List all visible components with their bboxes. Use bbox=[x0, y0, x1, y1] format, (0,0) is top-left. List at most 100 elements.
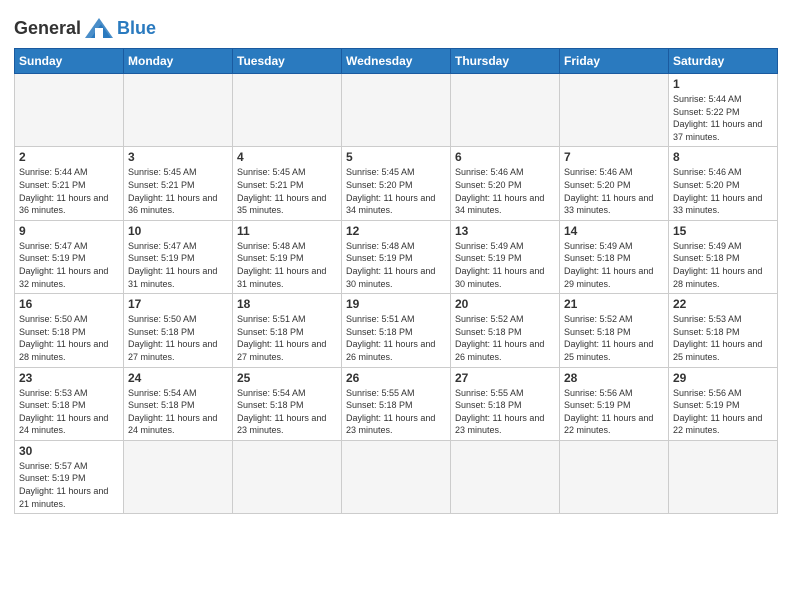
calendar-cell bbox=[669, 440, 778, 513]
calendar-page: General Blue Sunday Monday Tuesday Wedne… bbox=[0, 0, 792, 612]
cell-date-number: 27 bbox=[455, 371, 555, 385]
cell-sunset: Sunset: 5:18 PM bbox=[673, 253, 740, 263]
calendar-cell: 24Sunrise: 5:54 AMSunset: 5:18 PMDayligh… bbox=[124, 367, 233, 440]
cell-daylight: Daylight: 11 hours and 23 minutes. bbox=[346, 413, 435, 436]
calendar-cell: 30Sunrise: 5:57 AMSunset: 5:19 PMDayligh… bbox=[15, 440, 124, 513]
calendar-cell: 2Sunrise: 5:44 AMSunset: 5:21 PMDaylight… bbox=[15, 147, 124, 220]
cell-sun-info: Sunrise: 5:50 AMSunset: 5:18 PMDaylight:… bbox=[19, 313, 119, 363]
cell-sunrise: Sunrise: 5:54 AM bbox=[237, 388, 306, 398]
calendar-week-row: 16Sunrise: 5:50 AMSunset: 5:18 PMDayligh… bbox=[15, 294, 778, 367]
cell-date-number: 13 bbox=[455, 224, 555, 238]
calendar-cell bbox=[560, 74, 669, 147]
cell-sunset: Sunset: 5:18 PM bbox=[564, 327, 631, 337]
cell-sun-info: Sunrise: 5:55 AMSunset: 5:18 PMDaylight:… bbox=[346, 387, 446, 437]
cell-sunset: Sunset: 5:18 PM bbox=[564, 253, 631, 263]
header-thursday: Thursday bbox=[451, 49, 560, 74]
cell-sunset: Sunset: 5:19 PM bbox=[19, 253, 86, 263]
calendar-cell bbox=[233, 440, 342, 513]
cell-date-number: 15 bbox=[673, 224, 773, 238]
cell-date-number: 23 bbox=[19, 371, 119, 385]
calendar-cell: 23 Sunrise: 5:53 AMSunset: 5:18 PMDayligh… bbox=[15, 367, 124, 440]
cell-daylight: Daylight: 11 hours and 33 minutes. bbox=[564, 193, 653, 216]
cell-sunrise: Sunrise: 5:50 AM bbox=[128, 314, 197, 324]
cell-sun-info: Sunrise: 5:53 AMSunset: 5:18 PMDaylight:… bbox=[673, 313, 773, 363]
calendar-cell bbox=[342, 74, 451, 147]
cell-sunrise: Sunrise: 5:57 AM bbox=[19, 461, 88, 471]
cell-sun-info: Sunrise: 5:45 AMSunset: 5:21 PMDaylight:… bbox=[237, 166, 337, 216]
cell-sunset: Sunset: 5:19 PM bbox=[564, 400, 631, 410]
calendar-cell: 25 Sunrise: 5:54 AMSunset: 5:18 PMDayligh… bbox=[233, 367, 342, 440]
cell-sunrise: Sunrise: 5:44 AM bbox=[673, 94, 742, 104]
header-tuesday: Tuesday bbox=[233, 49, 342, 74]
cell-daylight: Daylight: 11 hours and 22 minutes. bbox=[564, 413, 653, 436]
cell-sunrise: Sunrise: 5:55 AM bbox=[455, 388, 524, 398]
cell-sunset: Sunset: 5:21 PM bbox=[19, 180, 86, 190]
cell-sun-info: Sunrise: 5:45 AMSunset: 5:20 PMDaylight:… bbox=[346, 166, 446, 216]
calendar-cell: 15Sunrise: 5:49 AMSunset: 5:18 PMDayligh… bbox=[669, 220, 778, 293]
calendar-cell bbox=[124, 74, 233, 147]
calendar-week-row: 2Sunrise: 5:44 AMSunset: 5:21 PMDaylight… bbox=[15, 147, 778, 220]
calendar-cell: 29Sunrise: 5:56 AMSunset: 5:19 PMDayligh… bbox=[669, 367, 778, 440]
cell-sunset: Sunset: 5:19 PM bbox=[673, 400, 740, 410]
cell-date-number: 2 bbox=[19, 150, 119, 164]
cell-sunset: Sunset: 5:20 PM bbox=[564, 180, 631, 190]
cell-sunset: Sunset: 5:18 PM bbox=[455, 400, 522, 410]
calendar-cell: 16Sunrise: 5:50 AMSunset: 5:18 PMDayligh… bbox=[15, 294, 124, 367]
cell-daylight: Daylight: 11 hours and 27 minutes. bbox=[237, 339, 326, 362]
calendar-cell bbox=[560, 440, 669, 513]
calendar-cell: 14Sunrise: 5:49 AMSunset: 5:18 PMDayligh… bbox=[560, 220, 669, 293]
cell-sunset: Sunset: 5:18 PM bbox=[673, 327, 740, 337]
logo-icon bbox=[81, 14, 117, 42]
cell-daylight: Daylight: 11 hours and 27 minutes. bbox=[128, 339, 217, 362]
cell-sunrise: Sunrise: 5:45 AM bbox=[346, 167, 415, 177]
cell-sunset: Sunset: 5:18 PM bbox=[237, 327, 304, 337]
calendar-cell: 22Sunrise: 5:53 AMSunset: 5:18 PMDayligh… bbox=[669, 294, 778, 367]
calendar-cell bbox=[451, 440, 560, 513]
cell-sun-info: Sunrise: 5:54 AMSunset: 5:18 PMDaylight:… bbox=[237, 387, 337, 437]
cell-sunset: Sunset: 5:18 PM bbox=[346, 327, 413, 337]
cell-sun-info: Sunrise: 5:56 AMSunset: 5:19 PMDaylight:… bbox=[564, 387, 664, 437]
calendar-cell: 5Sunrise: 5:45 AMSunset: 5:20 PMDaylight… bbox=[342, 147, 451, 220]
cell-date-number: 12 bbox=[346, 224, 446, 238]
cell-sunrise: Sunrise: 5:45 AM bbox=[128, 167, 197, 177]
cell-sun-info: Sunrise: 5:49 AMSunset: 5:19 PMDaylight:… bbox=[455, 240, 555, 290]
cell-sunrise: Sunrise: 5:49 AM bbox=[455, 241, 524, 251]
cell-sunset: Sunset: 5:20 PM bbox=[673, 180, 740, 190]
cell-daylight: Daylight: 11 hours and 26 minutes. bbox=[346, 339, 435, 362]
cell-sunrise: Sunrise: 5:47 AM bbox=[128, 241, 197, 251]
calendar-week-row: 23 Sunrise: 5:53 AMSunset: 5:18 PMDayligh… bbox=[15, 367, 778, 440]
cell-sun-info: Sunrise: 5:53 AMSunset: 5:18 PMDaylight:… bbox=[19, 387, 119, 437]
calendar-table: Sunday Monday Tuesday Wednesday Thursday… bbox=[14, 48, 778, 514]
cell-date-number: 10 bbox=[128, 224, 228, 238]
cell-daylight: Daylight: 11 hours and 32 minutes. bbox=[19, 266, 108, 289]
cell-sunrise: Sunrise: 5:48 AM bbox=[237, 241, 306, 251]
calendar-cell: 9Sunrise: 5:47 AMSunset: 5:19 PMDaylight… bbox=[15, 220, 124, 293]
cell-date-number: 28 bbox=[564, 371, 664, 385]
cell-sunset: Sunset: 5:19 PM bbox=[128, 253, 195, 263]
cell-daylight: Daylight: 11 hours and 36 minutes. bbox=[19, 193, 108, 216]
cell-daylight: Daylight: 11 hours and 21 minutes. bbox=[19, 486, 108, 509]
calendar-cell: 28 Sunrise: 5:56 AMSunset: 5:19 PMDayligh… bbox=[560, 367, 669, 440]
cell-sunrise: Sunrise: 5:48 AM bbox=[346, 241, 415, 251]
cell-date-number: 11 bbox=[237, 224, 337, 238]
cell-date-number: 9 bbox=[19, 224, 119, 238]
cell-sun-info: Sunrise: 5:50 AM Sunset: 5:18 PM Daylight:… bbox=[128, 313, 228, 363]
cell-date-number: 29 bbox=[673, 371, 773, 385]
cell-date-number: 7 bbox=[564, 150, 664, 164]
cell-sun-info: Sunrise: 5:46 AMSunset: 5:20 PMDaylight:… bbox=[455, 166, 555, 216]
header-area: General Blue bbox=[14, 10, 778, 42]
cell-sunset: Sunset: 5:18 PM bbox=[19, 400, 86, 410]
cell-date-number: 24 bbox=[128, 371, 228, 385]
cell-sunset: Sunset: 5:18 PM bbox=[128, 327, 195, 337]
cell-date-number: 25 bbox=[237, 371, 337, 385]
cell-date-number: 14 bbox=[564, 224, 664, 238]
cell-sunrise: Sunrise: 5:55 AM bbox=[346, 388, 415, 398]
cell-daylight: Daylight: 11 hours and 33 minutes. bbox=[673, 193, 762, 216]
cell-daylight: Daylight: 11 hours and 34 minutes. bbox=[455, 193, 544, 216]
cell-daylight: Daylight: 11 hours and 31 minutes. bbox=[237, 266, 326, 289]
cell-sunset: Sunset: 5:22 PM bbox=[673, 107, 740, 117]
calendar-week-row: 1Sunrise: 5:44 AMSunset: 5:22 PMDaylight… bbox=[15, 74, 778, 147]
cell-sunrise: Sunrise: 5:45 AM bbox=[237, 167, 306, 177]
cell-daylight: Daylight: 11 hours and 29 minutes. bbox=[564, 266, 653, 289]
header-monday: Monday bbox=[124, 49, 233, 74]
